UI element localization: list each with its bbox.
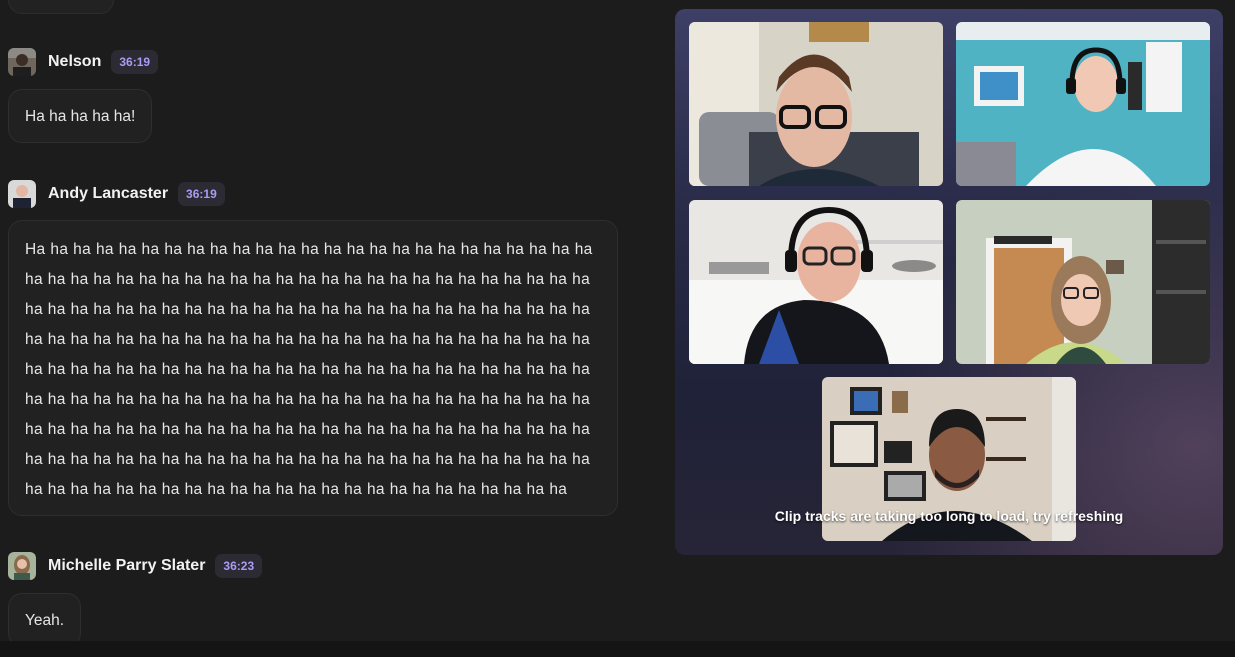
speaker-row: Nelson 36:19 bbox=[8, 48, 159, 76]
message-line: ha ha ha ha ha ha ha ha ha ha ha ha ha h… bbox=[25, 391, 591, 408]
message-bubble: Ha ha ha ha ha! bbox=[8, 89, 153, 143]
message-text: Ha ha ha ha ha! bbox=[25, 108, 136, 125]
speaker-name: Andy Lancaster bbox=[48, 185, 169, 202]
message-line: ha ha ha ha ha ha ha ha ha ha ha ha ha h… bbox=[25, 451, 591, 468]
speaker-name: Nelson bbox=[48, 53, 102, 70]
message-line: ha ha ha ha ha ha ha ha ha ha ha ha ha h… bbox=[25, 301, 591, 318]
previous-message-bubble bbox=[8, 0, 114, 14]
participant-video-tile bbox=[689, 22, 943, 186]
message-bubble: Yeah. bbox=[8, 593, 82, 641]
participant-video-tile bbox=[956, 22, 1210, 186]
video-caption: Clip tracks are taking too long to load,… bbox=[774, 508, 1124, 524]
transcript-panel[interactable]: Nelson 36:19 Ha ha ha ha ha! Andy Lancas… bbox=[0, 0, 650, 641]
message-line: ha ha ha ha ha ha ha ha ha ha ha ha ha h… bbox=[25, 421, 591, 438]
message-line: ha ha ha ha ha ha ha ha ha ha ha ha ha h… bbox=[25, 271, 591, 288]
message-line: ha ha ha ha ha ha ha ha ha ha ha ha ha h… bbox=[25, 331, 591, 348]
timestamp-badge[interactable]: 36:19 bbox=[111, 50, 159, 74]
speaker-row: Andy Lancaster 36:19 bbox=[8, 180, 225, 208]
avatar bbox=[8, 180, 36, 208]
message-text: Yeah. bbox=[25, 612, 65, 629]
avatar bbox=[8, 48, 36, 76]
speaker-row: Michelle Parry Slater 36:23 bbox=[8, 552, 263, 580]
participant-video-tile bbox=[689, 200, 943, 364]
message-line: ha ha ha ha ha ha ha ha ha ha ha ha ha h… bbox=[25, 481, 568, 498]
bottom-bar bbox=[0, 641, 1235, 657]
timestamp-badge[interactable]: 36:19 bbox=[178, 182, 225, 206]
message-line: Ha ha ha ha ha ha ha ha ha ha ha ha ha h… bbox=[25, 241, 593, 258]
message-bubble: Ha ha ha ha ha ha ha ha ha ha ha ha ha h… bbox=[8, 220, 618, 516]
video-player[interactable]: Clip tracks are taking too long to load,… bbox=[675, 9, 1223, 555]
message-line: ha ha ha ha ha ha ha ha ha ha ha ha ha h… bbox=[25, 361, 591, 378]
timestamp-badge[interactable]: 36:23 bbox=[215, 554, 263, 578]
speaker-name: Michelle Parry Slater bbox=[48, 557, 206, 574]
avatar bbox=[8, 552, 36, 580]
recording-playback-view: Nelson 36:19 Ha ha ha ha ha! Andy Lancas… bbox=[0, 0, 1235, 657]
participant-video-tile bbox=[956, 200, 1210, 364]
